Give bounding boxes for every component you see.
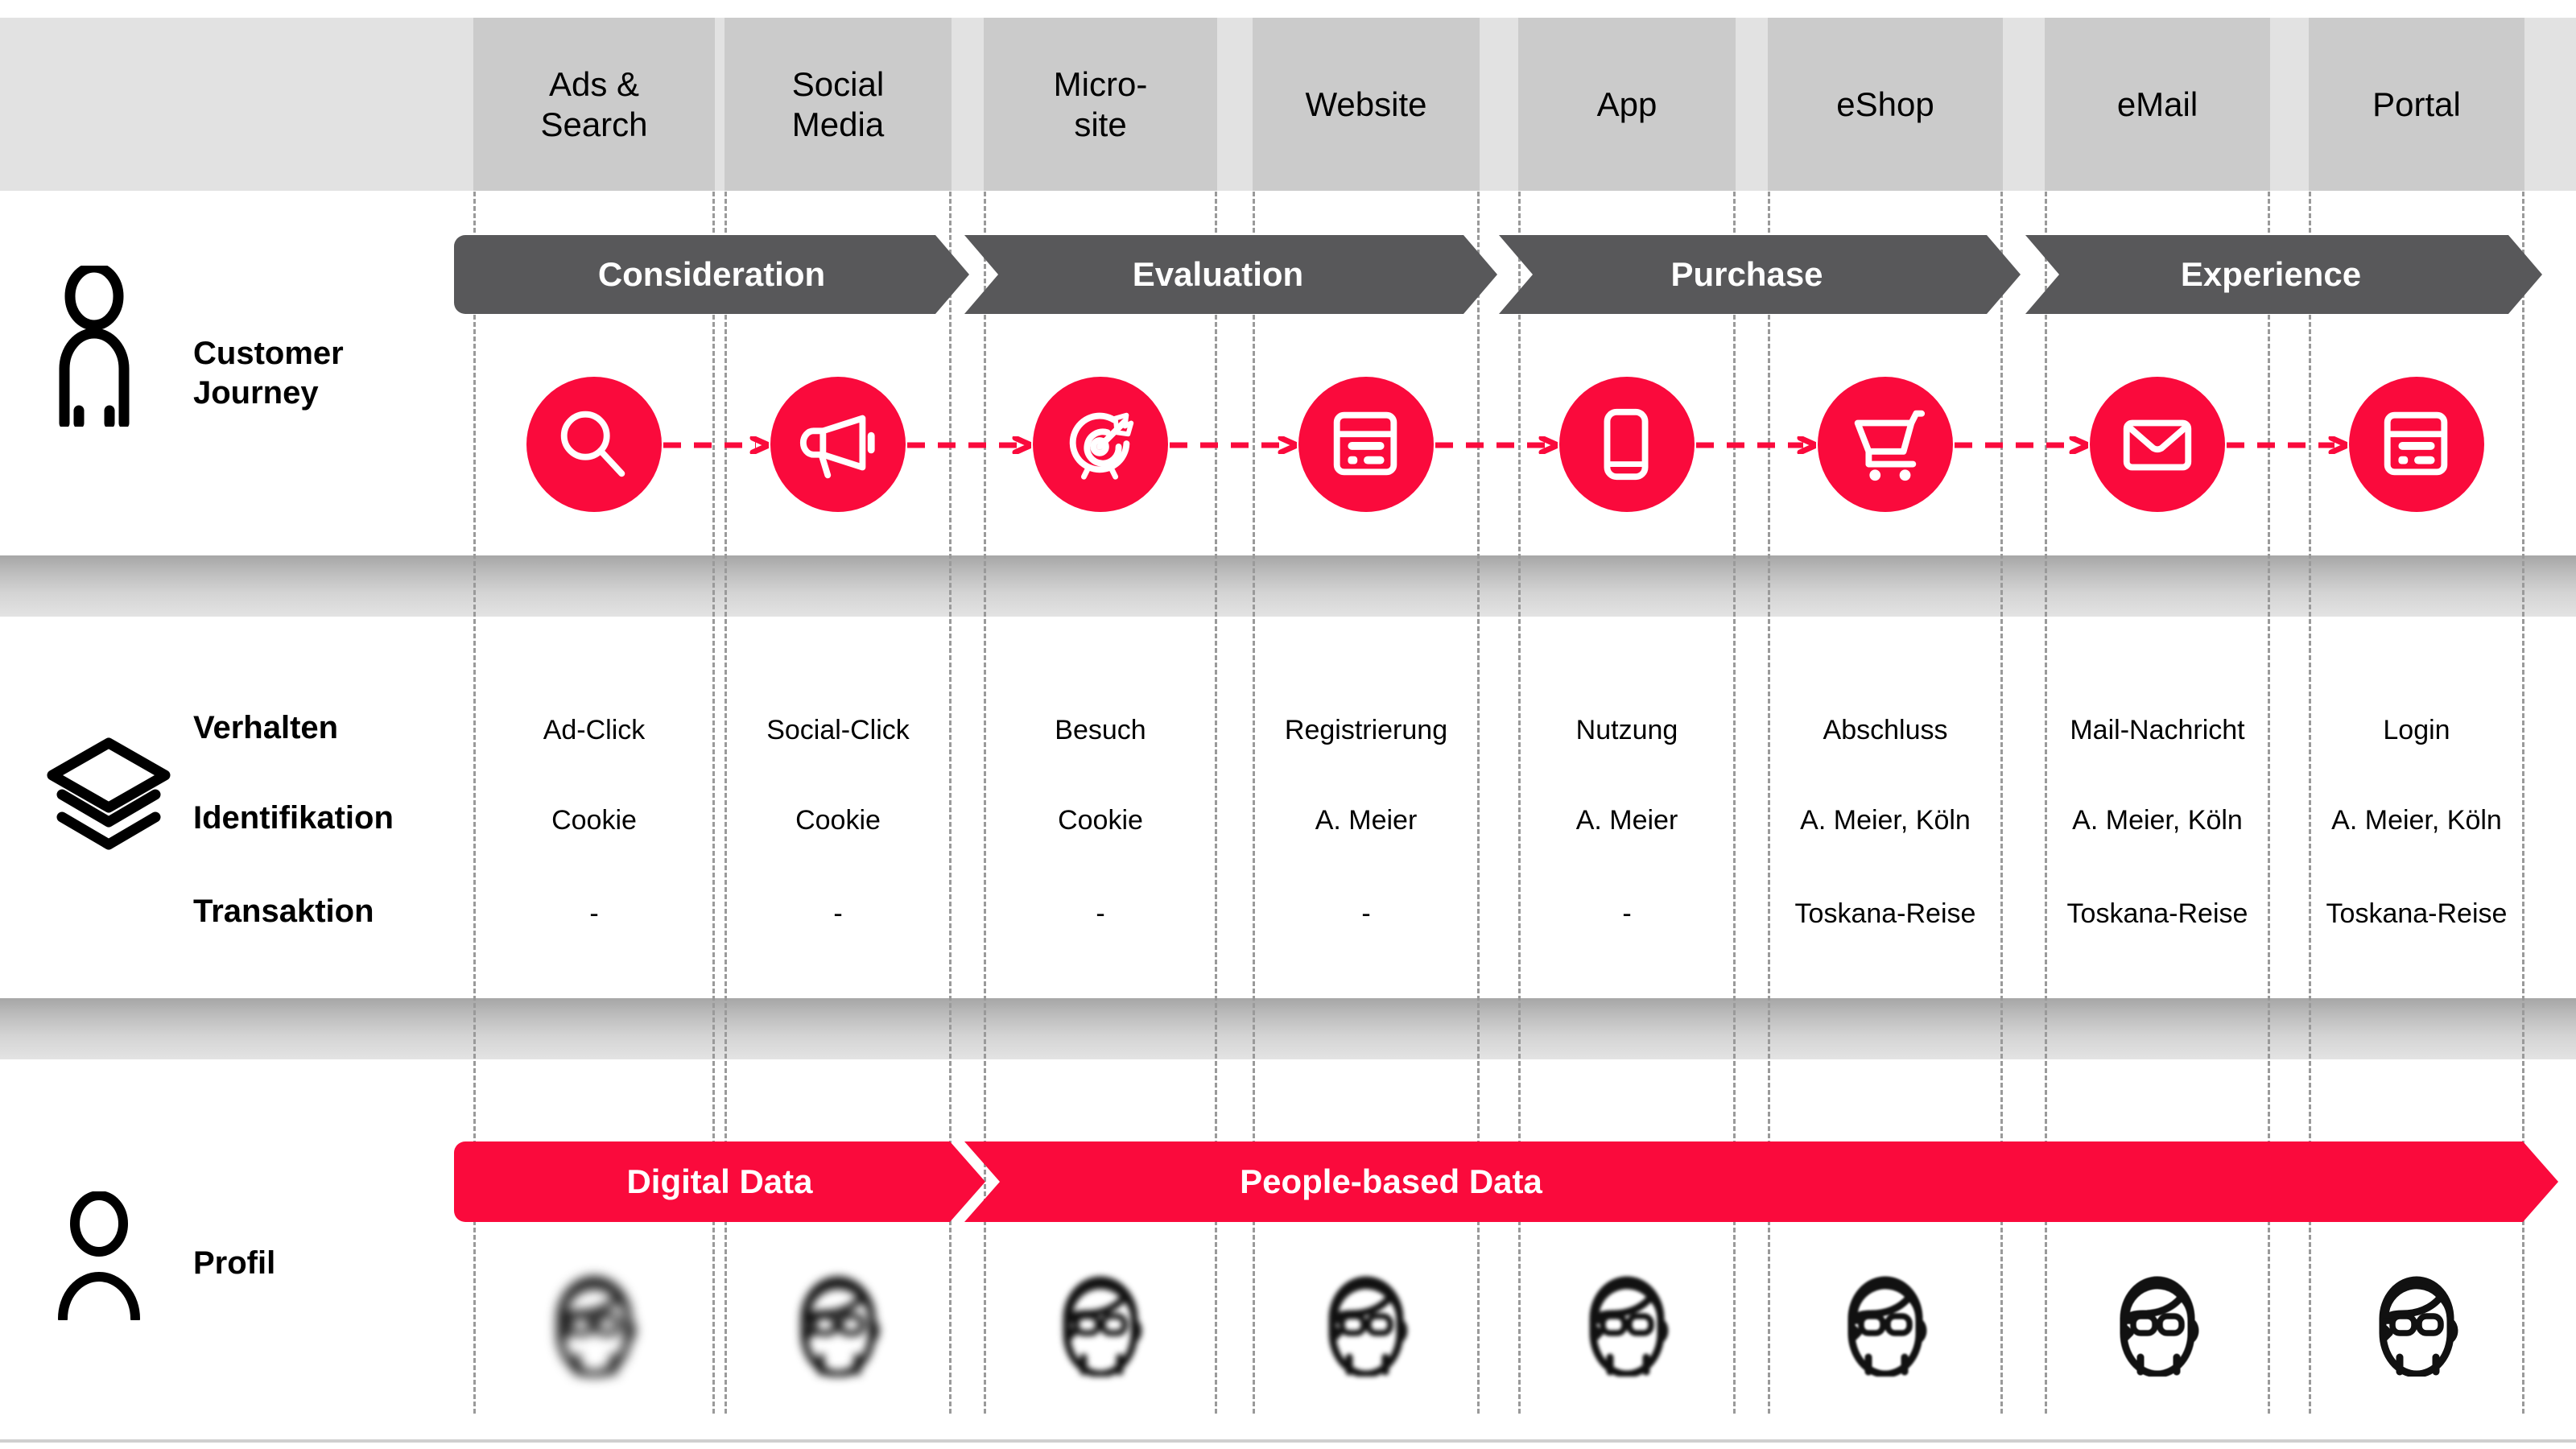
channel-header-4[interactable]: Website	[1253, 18, 1480, 191]
data-cell: Mail-Nachricht	[2070, 715, 2245, 745]
envelope-mail-icon[interactable]	[2090, 377, 2225, 512]
channel-header-6[interactable]: eShop	[1768, 18, 2003, 191]
data-cell: Registrierung	[1284, 715, 1448, 745]
data-cell: Social-Click	[766, 715, 910, 745]
target-dartboard-icon[interactable]	[1033, 377, 1168, 512]
journey-connector-arrow	[1435, 436, 1558, 454]
channel-header-5[interactable]: App	[1518, 18, 1736, 191]
journey-stage-2[interactable]: Evaluation	[964, 235, 1497, 314]
data-cell: Toskana-Reise	[2066, 898, 2248, 929]
journey-stage-label: Experience	[2180, 255, 2362, 293]
journey-stage-3[interactable]: Purchase	[1499, 235, 2021, 314]
data-cell: Login	[2383, 715, 2450, 745]
data-row-header-3: Transaktion	[193, 894, 374, 929]
data-cell: Besuch	[1055, 715, 1146, 745]
data-row-header-1: Verhalten	[193, 710, 339, 745]
person-standing-icon	[50, 262, 138, 429]
channel-header-label: Micro-site	[1053, 64, 1148, 143]
profile-band-1[interactable]: Digital Data	[454, 1141, 985, 1222]
profile-face-icon	[1567, 1256, 1687, 1377]
channel-header-label: eMail	[2116, 85, 2198, 123]
person-bust-icon	[55, 1191, 143, 1323]
data-cell: -	[1622, 898, 1632, 929]
journey-stage-label: Evaluation	[1132, 255, 1304, 293]
channel-header-label: eShop	[1836, 85, 1934, 123]
channel-header-label: Portal	[2372, 85, 2461, 123]
profile-face-icon	[534, 1256, 654, 1377]
profile-face-icon	[1040, 1256, 1161, 1377]
webpage-browser-icon[interactable]	[2349, 377, 2484, 512]
data-cell: -	[833, 898, 843, 929]
row-label-line2: Journey	[193, 374, 319, 411]
journey-connector-arrow	[1955, 436, 2088, 454]
channel-header-2[interactable]: Social Media	[724, 18, 952, 191]
separator-band-upper	[0, 555, 2576, 617]
row-label-profil: Profil	[193, 1245, 276, 1281]
data-cell: Toskana-Reise	[1794, 898, 1976, 929]
channel-header-label: App	[1596, 85, 1657, 123]
profile-band-label: People-based Data	[1240, 1162, 1542, 1200]
data-row-header-2: Identifikation	[193, 800, 394, 836]
layers-stack-icon	[44, 737, 173, 857]
data-cell: -	[589, 898, 599, 929]
data-cell: A. Meier, Köln	[2072, 805, 2243, 836]
data-cell: A. Meier	[1575, 805, 1678, 836]
data-cell: Nutzung	[1575, 715, 1678, 745]
data-cell: Cookie	[1058, 805, 1143, 836]
row-label-line1: Customer	[193, 336, 344, 371]
mobile-phone-icon[interactable]	[1559, 377, 1695, 512]
profile-face-icon	[1306, 1256, 1426, 1377]
channel-header-7[interactable]: eMail	[2045, 18, 2270, 191]
channel-header-label: Website	[1305, 85, 1427, 123]
channel-header-1[interactable]: Ads & Search	[473, 18, 715, 191]
channel-header-3[interactable]: Micro-site	[984, 18, 1217, 191]
journey-stage-label: Consideration	[597, 255, 826, 293]
data-cell: Abschluss	[1823, 715, 1948, 745]
row-label-customer-journey: Customer Journey	[193, 334, 344, 413]
channel-header-label: Ads & Search	[540, 64, 648, 143]
data-cell: Toskana-Reise	[2326, 898, 2508, 929]
data-cell: A. Meier, Köln	[2331, 805, 2502, 836]
profile-face-icon	[2097, 1256, 2218, 1377]
profile-band-2[interactable]: People-based Data	[964, 1141, 2558, 1222]
journey-connector-arrow	[2227, 436, 2347, 454]
data-cell: Cookie	[795, 805, 881, 836]
journey-stage-1[interactable]: Consideration	[454, 235, 969, 314]
webpage-browser-icon[interactable]	[1298, 377, 1434, 512]
magnifier-search-icon[interactable]	[526, 377, 662, 512]
journey-connector-arrow	[1170, 436, 1297, 454]
data-cell: A. Meier, Köln	[1800, 805, 1971, 836]
data-cell: Ad-Click	[543, 715, 646, 745]
profile-band-label: Digital Data	[626, 1162, 813, 1200]
data-cell: Cookie	[551, 805, 637, 836]
customer-journey-diagram: Ads & Search Social Media Micro-site Website A…	[0, 0, 2576, 1449]
bottom-rule	[0, 1439, 2576, 1443]
profile-face-icon	[2356, 1256, 2477, 1377]
channel-header-8[interactable]: Portal	[2309, 18, 2524, 191]
profile-face-icon	[778, 1256, 898, 1377]
profile-face-icon	[1825, 1256, 1946, 1377]
journey-connector-arrow	[663, 436, 769, 454]
journey-stage-label: Purchase	[1670, 255, 1823, 293]
shopping-cart-icon[interactable]	[1818, 377, 1953, 512]
journey-connector-arrow	[1696, 436, 1816, 454]
data-cell: A. Meier	[1315, 805, 1418, 836]
journey-stage-4[interactable]: Experience	[2025, 235, 2542, 314]
separator-band-lower	[0, 998, 2576, 1059]
megaphone-icon[interactable]	[770, 377, 906, 512]
data-cell: -	[1361, 898, 1371, 929]
data-cell: -	[1096, 898, 1105, 929]
journey-connector-arrow	[907, 436, 1031, 454]
channel-header-label: Social Media	[791, 64, 885, 143]
